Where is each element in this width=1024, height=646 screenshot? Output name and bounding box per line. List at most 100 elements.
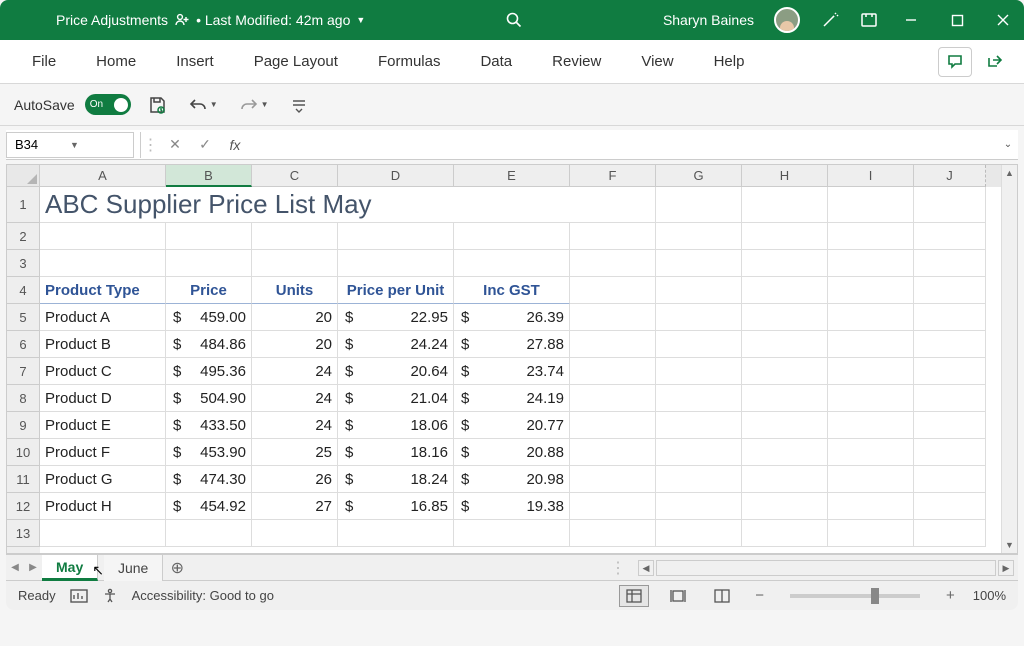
cell[interactable] [656, 412, 742, 439]
col-header[interactable]: H [742, 165, 828, 187]
cell[interactable] [742, 223, 828, 250]
cell[interactable]: $495.36 [166, 358, 252, 385]
cell[interactable] [166, 250, 252, 277]
cell[interactable]: $433.50 [166, 412, 252, 439]
cell[interactable] [914, 250, 986, 277]
cell[interactable]: $24.24 [338, 331, 454, 358]
cell[interactable]: $453.90 [166, 439, 252, 466]
row-header[interactable]: 4 [7, 277, 40, 304]
cell[interactable] [914, 358, 986, 385]
cell[interactable] [828, 187, 914, 223]
cell[interactable]: Product A [40, 304, 166, 331]
cell[interactable]: Product G [40, 466, 166, 493]
cell[interactable] [742, 358, 828, 385]
redo-button[interactable]: ▼ [234, 92, 275, 118]
cell[interactable] [914, 466, 986, 493]
cell[interactable] [570, 187, 656, 223]
cell[interactable] [828, 277, 914, 304]
cell[interactable] [570, 304, 656, 331]
cell[interactable] [454, 250, 570, 277]
cell[interactable]: 20 [252, 304, 338, 331]
scroll-right-icon[interactable]: ▶ [998, 560, 1014, 576]
cell[interactable]: 25 [252, 439, 338, 466]
tab-insert[interactable]: Insert [156, 47, 234, 76]
cell[interactable]: 24 [252, 358, 338, 385]
cell[interactable] [828, 520, 914, 547]
cell[interactable] [656, 304, 742, 331]
cell[interactable] [742, 439, 828, 466]
col-header[interactable]: F [570, 165, 656, 187]
cell[interactable]: Product C [40, 358, 166, 385]
cell[interactable]: $20.88 [454, 439, 570, 466]
cell[interactable] [570, 277, 656, 304]
row-header[interactable]: 2 [7, 223, 40, 250]
user-name[interactable]: Sharyn Baines [663, 12, 754, 28]
cell[interactable] [40, 520, 166, 547]
cell[interactable] [656, 439, 742, 466]
cell[interactable]: 20 [252, 331, 338, 358]
view-pagebreak-icon[interactable] [707, 585, 737, 607]
col-header[interactable]: E [454, 165, 570, 187]
cell[interactable]: $459.00 [166, 304, 252, 331]
cell[interactable] [40, 223, 166, 250]
col-header[interactable]: J [914, 165, 986, 187]
cell[interactable]: $504.90 [166, 385, 252, 412]
stats-icon[interactable] [70, 589, 88, 603]
cell[interactable] [914, 331, 986, 358]
cell[interactable]: 27 [252, 493, 338, 520]
cell[interactable] [828, 223, 914, 250]
cell[interactable]: $24.19 [454, 385, 570, 412]
tab-help[interactable]: Help [694, 47, 765, 76]
cell[interactable] [454, 223, 570, 250]
last-modified[interactable]: • Last Modified: 42m ago [196, 12, 350, 28]
cell[interactable] [742, 250, 828, 277]
cell[interactable] [656, 358, 742, 385]
cell[interactable]: $18.16 [338, 439, 454, 466]
cell[interactable] [828, 304, 914, 331]
cell[interactable] [742, 277, 828, 304]
cell[interactable]: ABC Supplier Price List May [40, 187, 570, 223]
scroll-down-icon[interactable]: ▼ [1002, 537, 1017, 553]
select-all-corner[interactable] [7, 165, 40, 187]
cell[interactable] [338, 223, 454, 250]
cell[interactable] [742, 385, 828, 412]
col-header[interactable]: C [252, 165, 338, 187]
cell[interactable]: Product Type [40, 277, 166, 304]
cell[interactable]: 26 [252, 466, 338, 493]
accessibility-icon[interactable] [102, 588, 118, 604]
cell[interactable] [570, 466, 656, 493]
cell[interactable] [454, 520, 570, 547]
col-header[interactable]: I [828, 165, 914, 187]
cell[interactable] [742, 520, 828, 547]
row-header[interactable]: 12 [7, 493, 40, 520]
cells-area[interactable]: ABC Supplier Price List MayProduct TypeP… [40, 187, 1001, 553]
cell[interactable] [656, 385, 742, 412]
cell[interactable] [914, 412, 986, 439]
cell[interactable] [828, 331, 914, 358]
cell[interactable] [742, 493, 828, 520]
cell[interactable] [656, 520, 742, 547]
cell[interactable]: $20.64 [338, 358, 454, 385]
cell[interactable]: Units [252, 277, 338, 304]
chevron-down-icon[interactable]: ▼ [356, 15, 365, 25]
fx-label[interactable]: fx [220, 137, 250, 153]
cell[interactable]: $18.24 [338, 466, 454, 493]
cell[interactable] [742, 412, 828, 439]
cell[interactable] [570, 412, 656, 439]
tab-home[interactable]: Home [76, 47, 156, 76]
row-header[interactable]: 8 [7, 385, 40, 412]
scroll-up-icon[interactable]: ▲ [1002, 165, 1017, 181]
add-sheet-button[interactable]: ⊕ [163, 558, 191, 578]
cell[interactable]: $21.04 [338, 385, 454, 412]
search-icon[interactable] [505, 11, 523, 29]
cell[interactable] [914, 439, 986, 466]
cell[interactable] [914, 304, 986, 331]
cell[interactable] [570, 520, 656, 547]
cell[interactable]: $23.74 [454, 358, 570, 385]
scroll-left-icon[interactable]: ◀ [638, 560, 654, 576]
cell[interactable] [252, 223, 338, 250]
accessibility-text[interactable]: Accessibility: Good to go [132, 588, 274, 603]
sheet-nav-prev[interactable]: ◀ [6, 562, 24, 573]
close-button[interactable] [990, 7, 1016, 33]
col-header[interactable]: G [656, 165, 742, 187]
